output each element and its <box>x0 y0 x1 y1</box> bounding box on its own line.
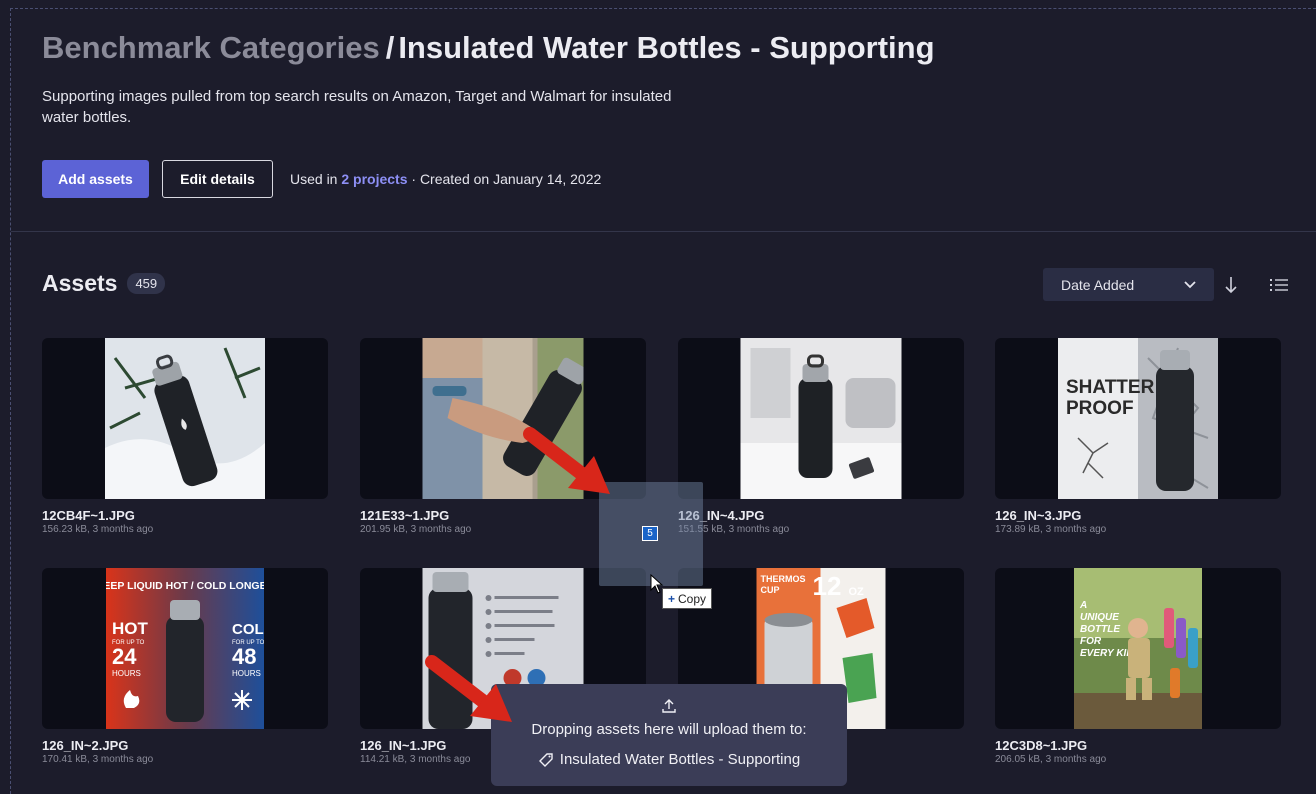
asset-filename[interactable]: 126_IN~2.JPG <box>42 739 328 753</box>
bottle-held-image <box>422 338 584 499</box>
hot-cold-image: KEEP LIQUID HOT / COLD LONGER HOT FOR UP… <box>106 568 264 729</box>
breadcrumb-parent[interactable]: Benchmark Categories <box>42 30 380 65</box>
size-unit: OZ <box>849 586 865 598</box>
list-icon <box>1270 279 1288 291</box>
section-divider <box>11 231 1316 232</box>
breadcrumb-separator: / <box>385 30 395 65</box>
asset-meta: 206.05 kB, 3 months ago <box>995 754 1107 765</box>
hot-hours-text: HOURS <box>112 669 141 678</box>
used-in-label: Used in <box>290 171 338 187</box>
asset-filename[interactable]: 12CB4F~1.JPG <box>42 509 328 523</box>
size-number: 12 <box>813 571 842 601</box>
asset-thumbnail[interactable]: A UNIQUE BOTTLE FOR EVERY KID <box>995 568 1281 729</box>
page-title: Benchmark Categories / Insulated Water Bot… <box>42 28 1282 68</box>
cold-text: COLD <box>232 621 264 638</box>
asset-card[interactable]: KEEP LIQUID HOT / COLD LONGER HOT FOR UP… <box>42 568 328 765</box>
drop-target: Insulated Water Bottles - Supporting <box>538 751 800 768</box>
drop-zone-panel[interactable]: Dropping assets here will upload them to… <box>491 684 847 786</box>
assets-header: Assets 459 <box>42 270 166 297</box>
assets-count-badge: 459 <box>127 273 166 294</box>
page-header: Benchmark Categories / Insulated Water Bot… <box>42 28 1282 68</box>
proof-text: PROOF <box>1066 398 1134 419</box>
sort-dropdown[interactable]: Date Added <box>1043 268 1214 301</box>
collection-description: Supporting images pulled from top search… <box>42 88 672 126</box>
breadcrumb-current: Insulated Water Bottles - Supporting <box>398 30 935 65</box>
asset-card[interactable]: 126_IN~4.JPG 151.55 kB, 3 months ago <box>678 338 964 535</box>
cold-hours-number: 48 <box>232 644 256 669</box>
asset-card[interactable]: A UNIQUE BOTTLE FOR EVERY KID 12C3D8~1.J… <box>995 568 1281 765</box>
asset-thumbnail[interactable] <box>42 338 328 499</box>
unique-line-5: EVERY KID <box>1080 648 1134 659</box>
drop-message: Dropping assets here will upload them to… <box>531 721 807 738</box>
collection-meta: Used in 2 projects · Created on January … <box>290 171 601 187</box>
asset-thumbnail[interactable] <box>360 338 646 499</box>
asset-filename[interactable]: 126_IN~3.JPG <box>995 509 1281 523</box>
sort-direction-button[interactable] <box>1222 274 1240 296</box>
asset-meta: 170.41 kB, 3 months ago <box>42 754 154 765</box>
asset-card[interactable]: SHATTER PROOF 126_IN~3.JPG 173.89 kB, 3 … <box>995 338 1281 535</box>
plus-icon: + <box>668 591 676 606</box>
asset-meta: 156.23 kB, 3 months ago <box>42 524 154 535</box>
shatter-proof-image: SHATTER PROOF <box>1058 338 1218 499</box>
copy-label: Copy <box>678 591 707 606</box>
cup-text: CUP <box>761 585 780 595</box>
hot-hours-number: 24 <box>112 644 137 669</box>
chevron-down-icon <box>1184 280 1196 288</box>
shatter-text: SHATTER <box>1066 377 1155 398</box>
asset-card[interactable]: 12CB4F~1.JPG 156.23 kB, 3 months ago <box>42 338 328 535</box>
unique-line-3: BOTTLE <box>1080 624 1120 635</box>
asset-filename[interactable]: 126_IN~4.JPG <box>678 509 964 523</box>
hot-text: HOT <box>112 619 149 638</box>
assets-title: Assets <box>42 270 118 296</box>
bottle-on-table-image <box>740 338 902 499</box>
upload-icon <box>662 699 676 713</box>
thermos-text: THERMOS <box>761 574 806 584</box>
asset-meta: 173.89 kB, 3 months ago <box>995 524 1107 535</box>
asset-meta: 151.55 kB, 3 months ago <box>678 524 790 535</box>
created-date: · Created on January 14, 2022 <box>411 171 602 187</box>
add-assets-button[interactable]: Add assets <box>42 160 149 198</box>
action-bar: Add assets Edit details Used in 2 projec… <box>42 160 601 198</box>
tag-icon <box>538 752 553 767</box>
projects-link[interactable]: 2 projects <box>341 171 407 187</box>
cold-hours-text: HOURS <box>232 669 261 678</box>
asset-thumbnail[interactable]: KEEP LIQUID HOT / COLD LONGER HOT FOR UP… <box>42 568 328 729</box>
unique-line-1: A <box>1079 600 1087 611</box>
asset-thumbnail[interactable] <box>678 338 964 499</box>
drag-count-badge: 5 <box>642 526 658 541</box>
edit-details-button[interactable]: Edit details <box>162 160 273 198</box>
keep-liquid-text: KEEP LIQUID HOT / COLD LONGER <box>106 580 264 592</box>
sort-label: Date Added <box>1061 276 1135 293</box>
arrow-down-icon <box>1225 277 1237 294</box>
copy-tooltip: + Copy <box>662 588 713 609</box>
asset-thumbnail[interactable]: SHATTER PROOF <box>995 338 1281 499</box>
unique-line-4: FOR <box>1080 636 1102 647</box>
unique-line-2: UNIQUE <box>1080 612 1119 623</box>
bottle-in-snow-image <box>105 338 265 499</box>
unique-bottle-kid-image: A UNIQUE BOTTLE FOR EVERY KID <box>1074 568 1202 729</box>
list-view-button[interactable] <box>1269 276 1289 294</box>
drop-target-name: Insulated Water Bottles - Supporting <box>559 751 801 768</box>
asset-filename[interactable]: 12C3D8~1.JPG <box>995 739 1281 753</box>
